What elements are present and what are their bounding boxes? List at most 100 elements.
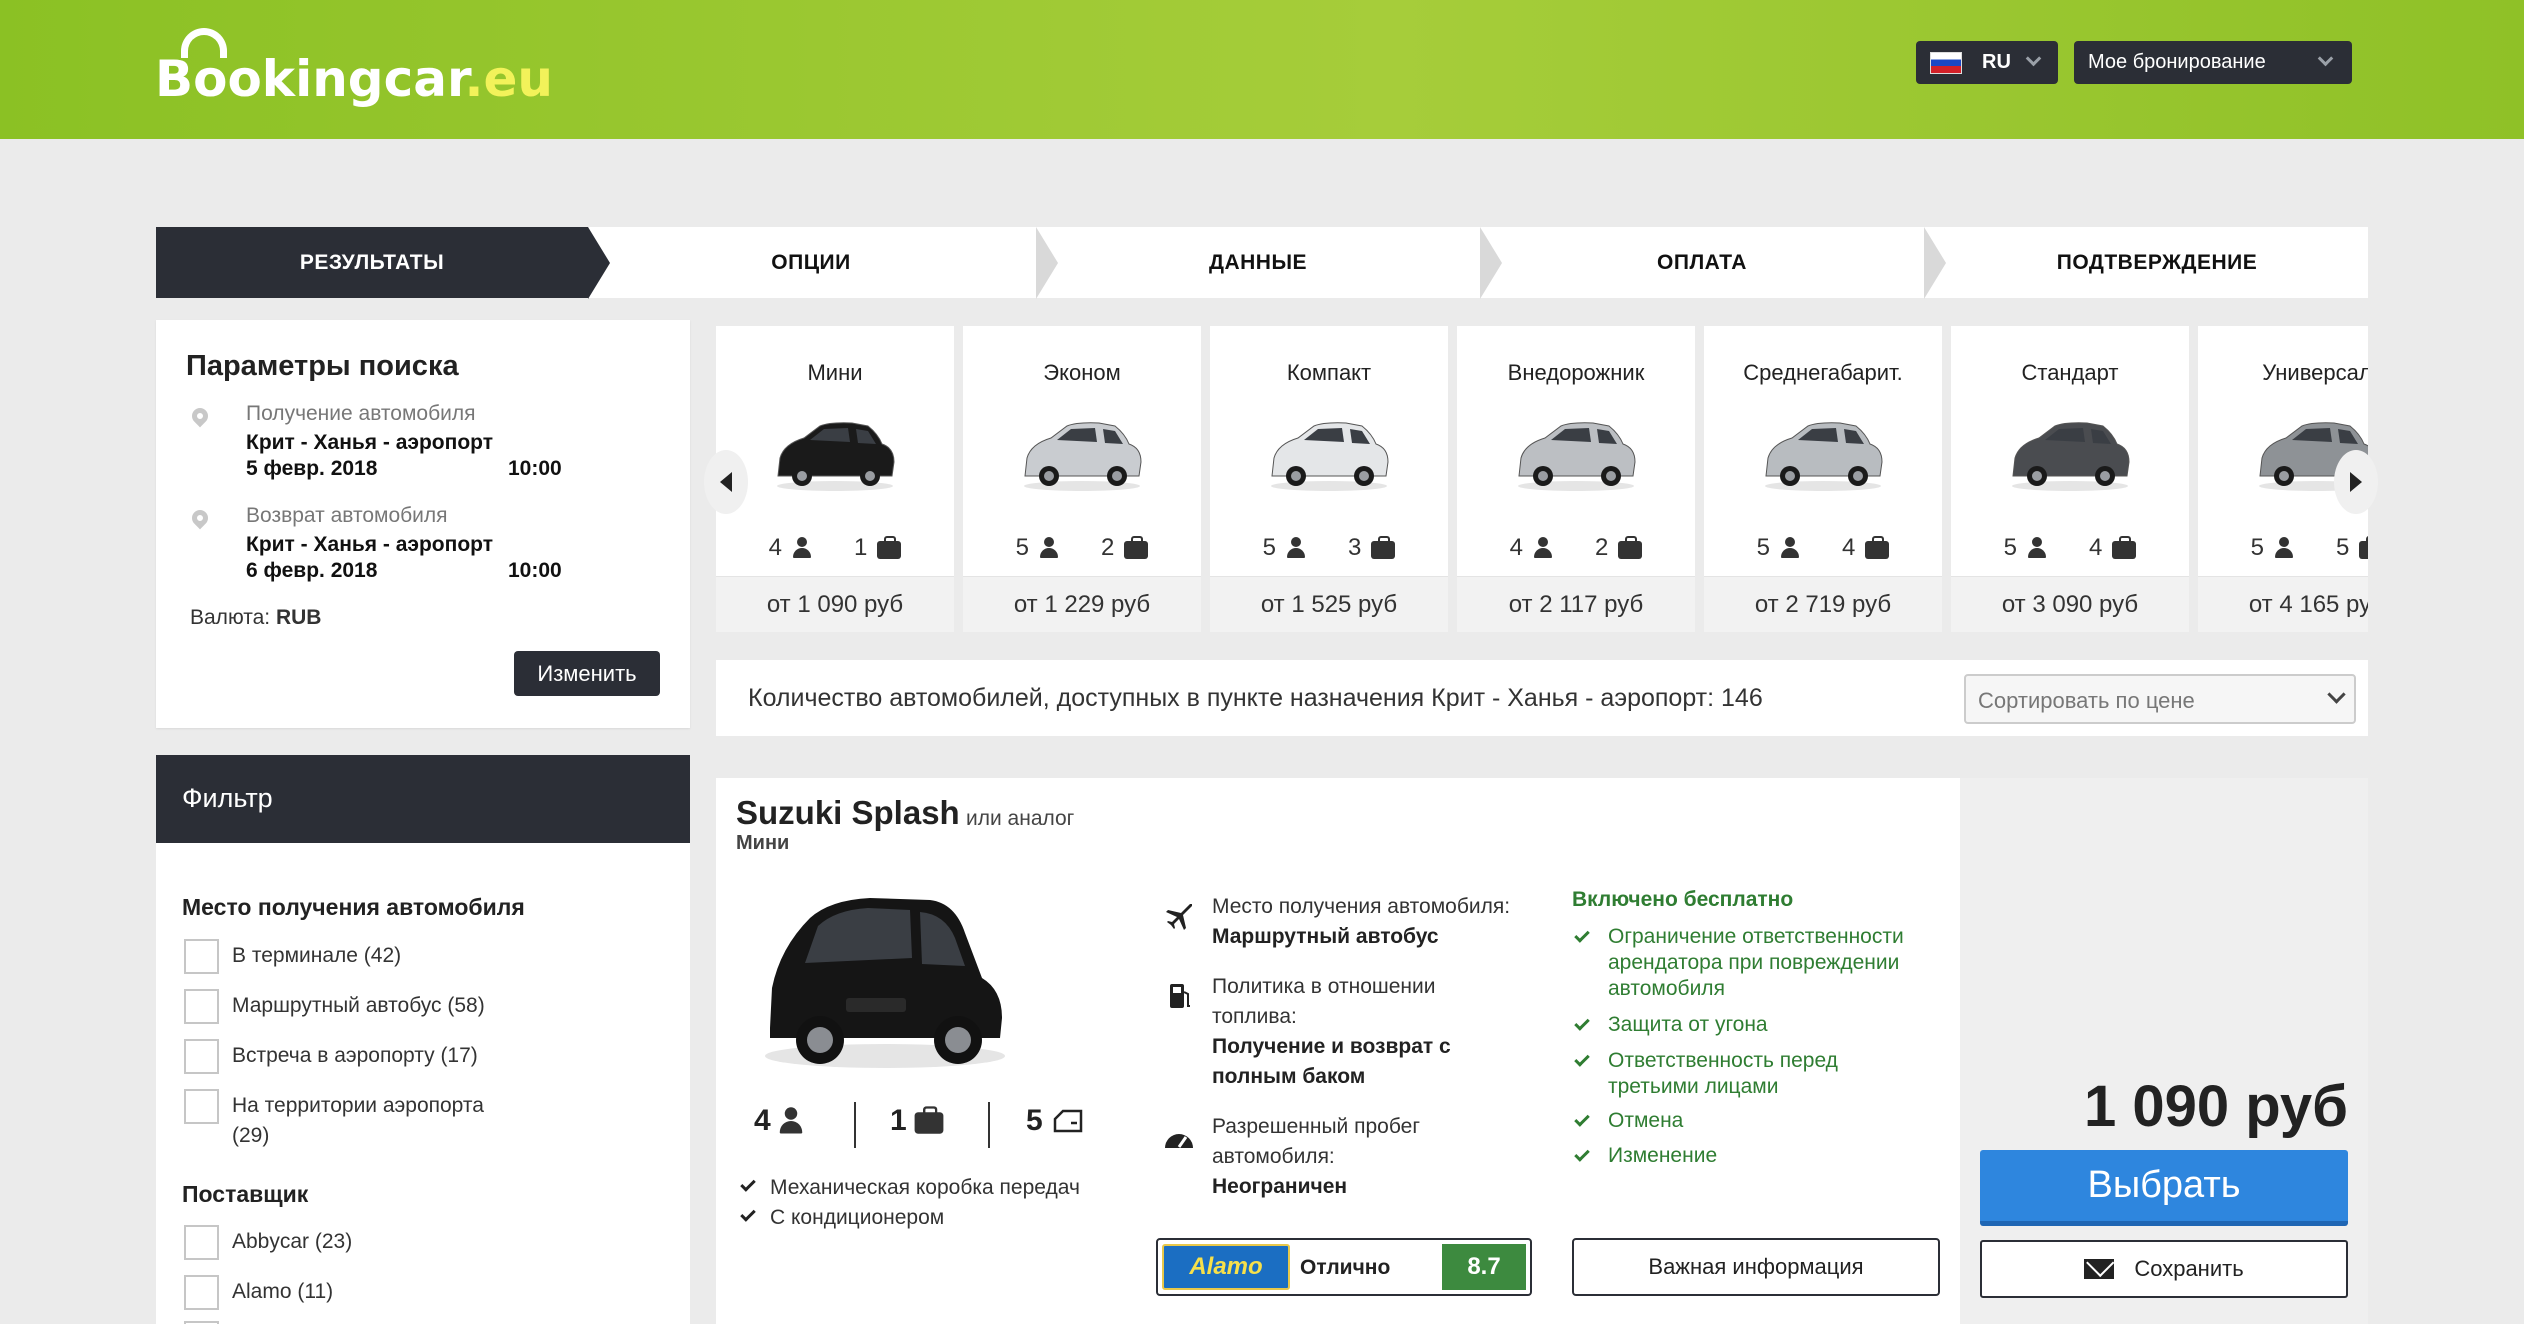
- checkbox-label: В терминале (42): [232, 944, 402, 967]
- feature-label: Механическая коробка передач: [770, 1176, 1080, 1199]
- category-car-image: [1271, 422, 1389, 491]
- change-search-button[interactable]: Изменить: [514, 651, 660, 696]
- included-item-theft: Защита от угона: [1574, 1012, 1768, 1038]
- category-car-image: [777, 422, 895, 491]
- category-name: Мини: [807, 360, 863, 385]
- logo-text: Bookingcar: [155, 50, 465, 108]
- category-card[interactable]: Компакт 5 3 от 1 525 руб: [1210, 326, 1448, 632]
- person-icon: [1039, 537, 1059, 559]
- pickup-info-label: Место получения автомобиля:: [1212, 895, 1511, 918]
- checkbox-label: Маршрутный автобус (58): [232, 994, 485, 1017]
- save-button[interactable]: Сохранить: [1980, 1240, 2348, 1298]
- category-specs: 42: [1457, 534, 1695, 562]
- category-car-image: [1765, 422, 1883, 491]
- check-icon: [1574, 1146, 1590, 1162]
- my-booking-dropdown[interactable]: Мое бронирование: [2074, 41, 2352, 84]
- checkbox-airport-territory[interactable]: [184, 1089, 219, 1124]
- step-results[interactable]: РЕЗУЛЬТАТЫ: [156, 227, 588, 298]
- category-name: Универсал: [2262, 360, 2368, 385]
- language-label: RU: [1982, 51, 2011, 73]
- return-time: 10:00: [508, 559, 562, 582]
- car-category: Мини: [736, 832, 790, 854]
- search-params-title: Параметры поиска: [186, 350, 459, 382]
- location-pin-icon: [188, 404, 212, 428]
- important-info-button[interactable]: Важная информация: [1572, 1238, 1940, 1296]
- checkbox-abbycar[interactable]: [184, 1225, 219, 1260]
- bags-count: 2: [1101, 534, 1115, 561]
- category-card[interactable]: Стандарт 5 4 от 3 090 руб: [1951, 326, 2189, 632]
- included-line: Ограничение ответственности: [1608, 925, 1904, 948]
- checkbox-label: На территории аэропорта: [232, 1094, 484, 1117]
- rating-score: 8.7: [1442, 1244, 1526, 1290]
- step-separator: [588, 227, 610, 299]
- category-specs: 54: [1704, 534, 1942, 562]
- currency-label: Валюта:: [190, 606, 271, 629]
- suitcase-icon: [2359, 536, 2368, 559]
- pickup-date: 5 февр. 2018: [246, 457, 378, 480]
- pickup-filter-heading: Место получения автомобиля: [182, 894, 525, 920]
- price: 1 090 руб: [2083, 1074, 2348, 1139]
- checkbox-alamo[interactable]: [184, 1275, 219, 1310]
- sort-select[interactable]: Сортировать по цене: [1964, 674, 2356, 724]
- seats-count: 4: [754, 1104, 771, 1137]
- step-confirmation[interactable]: ПОДТВЕРЖДЕНИЕ: [1946, 227, 2368, 298]
- category-card[interactable]: Среднегабарит. 5 4 от 2 719 руб: [1704, 326, 1942, 632]
- step-separator: [1480, 227, 1502, 299]
- category-specs: 52: [963, 534, 1201, 562]
- currency-value: RUB: [275, 606, 322, 629]
- search-params-panel: Параметры поиска Получение автомобиля Кр…: [156, 320, 690, 728]
- russia-flag-icon: [1930, 51, 1962, 74]
- step-options[interactable]: ОПЦИИ: [610, 227, 1012, 298]
- included-line: Ответственность перед: [1608, 1049, 1838, 1072]
- included-item-damage: Ограничение ответственности арендатора п…: [1574, 924, 1904, 1002]
- category-card[interactable]: Внедорожник 4 2 от 2 117 руб: [1457, 326, 1695, 632]
- seats-count: 5: [2250, 534, 2264, 561]
- checkbox-shuttle-bus[interactable]: [184, 989, 219, 1024]
- return-location: Крит - Ханья - аэропорт: [246, 533, 493, 556]
- check-icon: [1574, 1111, 1590, 1127]
- feature-transmission: Механическая коробка передач: [740, 1176, 1080, 1200]
- language-selector[interactable]: RU: [1916, 41, 2058, 84]
- mileage-label-2: автомобиля:: [1212, 1145, 1335, 1168]
- supplier-rating[interactable]: Alamo Отлично 8.7: [1156, 1238, 1532, 1296]
- checkbox-label: Abbycar (23): [232, 1230, 353, 1253]
- suitcase-icon: [877, 536, 902, 559]
- included-item-cancel: Отмена: [1574, 1108, 1683, 1134]
- carousel-prev-button[interactable]: [704, 450, 748, 514]
- step-separator: [1924, 227, 1946, 299]
- logo[interactable]: Bookingcar.eu: [155, 28, 553, 108]
- category-specs: 53: [1210, 534, 1448, 562]
- car-image: [765, 898, 1005, 1068]
- step-details[interactable]: ДАННЫЕ: [1058, 227, 1458, 298]
- suitcase-icon: [914, 1106, 944, 1134]
- person-icon: [1533, 537, 1553, 559]
- currency-row: Валюта: RUB: [190, 606, 321, 630]
- checkbox-meet-at-airport[interactable]: [184, 1039, 219, 1074]
- category-card[interactable]: Эконом 5 2 от 1 229 руб: [963, 326, 1201, 632]
- select-button[interactable]: Выбрать: [1980, 1150, 2348, 1226]
- checkbox-label-count: (29): [232, 1124, 270, 1147]
- filter-header[interactable]: Фильтр: [156, 755, 690, 843]
- category-price: от 1 525 руб: [1210, 576, 1448, 632]
- site-header: Bookingcar.eu RU Мое бронирование: [0, 0, 2524, 139]
- category-price: от 1 090 руб: [716, 576, 954, 632]
- category-name: Стандарт: [2021, 360, 2119, 385]
- category-card[interactable]: Мини 4 1 от 1 090 руб: [716, 326, 954, 632]
- results-count-bar: Количество автомобилей, доступных в пунк…: [716, 660, 2368, 736]
- divider: [854, 1102, 856, 1148]
- booking-steps: РЕЗУЛЬТАТЫ ОПЦИИ ДАННЫЕ ОПЛАТА ПОДТВЕРЖД…: [156, 227, 2368, 299]
- seats-count: 5: [2003, 534, 2017, 561]
- category-specs: 41: [716, 534, 954, 562]
- step-payment[interactable]: ОПЛАТА: [1502, 227, 1902, 298]
- category-name: Среднегабарит.: [1743, 360, 1903, 385]
- or-similar: или аналог: [966, 807, 1075, 830]
- included-heading: Включено бесплатно: [1572, 888, 1794, 911]
- fuel-pump-icon: [1170, 984, 1190, 1008]
- check-icon: [1574, 927, 1590, 943]
- checkbox-in-terminal[interactable]: [184, 939, 219, 974]
- carousel-next-button[interactable]: [2334, 450, 2378, 514]
- pickup-location: Крит - Ханья - аэропорт: [246, 431, 493, 454]
- included-line: автомобиля: [1608, 977, 1725, 1000]
- category-car-image: [2012, 422, 2130, 491]
- airplane-icon: [1166, 904, 1192, 930]
